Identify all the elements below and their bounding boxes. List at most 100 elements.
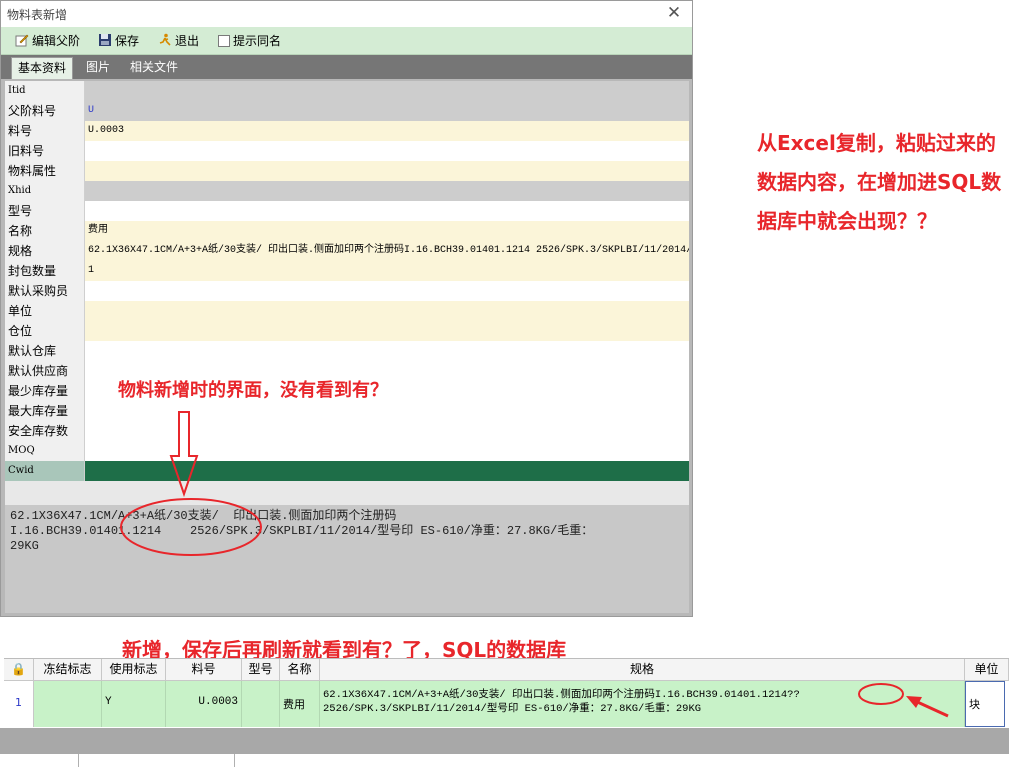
field-label: 默认采购员	[5, 281, 85, 301]
field-label: 封包数量	[5, 261, 85, 281]
exit-label: 退出	[175, 34, 200, 48]
annotation-mid: 物料新增时的界面，没有看到有？	[118, 380, 388, 401]
col-header-frozen[interactable]: 冻结标志	[34, 659, 102, 681]
edit-icon	[15, 33, 29, 47]
item-attribute-field[interactable]	[85, 161, 689, 181]
tab-pictures[interactable]: 图片	[80, 57, 116, 79]
cell-frozen[interactable]	[34, 681, 101, 696]
field-label: 旧料号	[5, 141, 85, 161]
parent-item-field[interactable]: U	[85, 101, 689, 121]
row-index: 1	[15, 696, 22, 709]
tab-basic-info[interactable]: 基本资料	[11, 57, 74, 79]
default-buyer-field[interactable]	[85, 281, 689, 301]
form-row-safety-stock: 安全库存数	[5, 421, 689, 441]
cwid-field[interactable]	[85, 461, 689, 481]
tab-related-files[interactable]: 相关文件	[124, 57, 184, 79]
col-header-model[interactable]: 型号	[242, 659, 280, 681]
form-row-moq: MOQ	[5, 441, 689, 461]
field-label: 名称	[5, 221, 85, 241]
field-label: 物料属性	[5, 161, 85, 181]
hint-same-name-label: 提示同名	[233, 34, 282, 48]
toolbar: 编辑父阶 保存 退出 提示同名	[1, 27, 692, 55]
edit-parent-label: 编辑父阶	[32, 34, 81, 48]
form-row-item-no: 料号 U.0003	[5, 121, 689, 141]
running-man-icon	[158, 33, 172, 47]
model-field[interactable]	[85, 201, 689, 221]
table-footer-bar	[0, 728, 1009, 754]
max-stock-field[interactable]	[85, 401, 689, 421]
location-field[interactable]	[85, 321, 689, 341]
cell-spec-line1[interactable]: 62.1X36X47.1CM/A+3+A纸/30支装/ 印出口装.侧面加印两个注…	[320, 681, 964, 702]
cell-in-use[interactable]: Y	[102, 681, 165, 708]
field-label: 型号	[5, 201, 85, 221]
col-header-item-no[interactable]: 料号	[166, 659, 242, 681]
field-label: Cwid	[5, 461, 85, 481]
edit-parent-button[interactable]: 编辑父阶	[15, 32, 80, 50]
form-row-package-qty: 封包数量 1	[5, 261, 689, 281]
form-row-location: 仓位	[5, 321, 689, 341]
cell-item-no[interactable]: U.0003	[166, 681, 241, 708]
checkbox-box[interactable]	[218, 35, 230, 47]
form-row-old-item-no: 旧料号	[5, 141, 689, 161]
field-label: 规格	[5, 241, 85, 261]
col-header-name[interactable]: 名称	[280, 659, 320, 681]
field-label: 安全库存数	[5, 421, 85, 441]
safety-stock-field[interactable]	[85, 421, 689, 441]
form-row-name: 名称 费用	[5, 221, 689, 241]
spec-field[interactable]: 62.1X36X47.1CM/A+3+A纸/30支装/ 印出口装.侧面加印两个注…	[85, 241, 689, 261]
form-grid: Itid 父阶料号 U 料号 U.0003 旧料号 物料属性 Xhid 型号 名称费…	[5, 81, 689, 481]
unit-field[interactable]	[85, 301, 689, 321]
close-button[interactable]: ✕	[664, 3, 684, 23]
item-table: 🔒 冻结标志 使用标志 料号 型号 名称 规格 单位 1 Y U.0003 费用…	[4, 658, 1009, 728]
xhid-field	[85, 181, 689, 201]
col-header-unit[interactable]: 单位	[965, 659, 1009, 681]
form-row-cwid: Cwid	[5, 461, 689, 481]
window-title: 物料表新增	[7, 8, 68, 22]
save-button[interactable]: 保存	[98, 32, 139, 50]
spec-memo[interactable]: 62.1X36X47.1CM/A+3+A纸/30支装/ 印出口装.侧面加印两个注…	[5, 505, 689, 613]
save-label: 保存	[115, 34, 140, 48]
form-row-max-stock: 最大库存量	[5, 401, 689, 421]
cell-unit[interactable]: 块	[966, 682, 1004, 712]
form-row-itid: Itid	[5, 81, 689, 101]
cell-spec-line2[interactable]: 2526/SPK.3/SKPLBI/11/2014/型号印 ES-610/净重：…	[320, 702, 964, 716]
form-row-default-buyer: 默认采购员	[5, 281, 689, 301]
moq-field[interactable]	[85, 441, 689, 461]
form-row-item-attribute: 物料属性	[5, 161, 689, 181]
old-item-no-field[interactable]	[85, 141, 689, 161]
field-label: MOQ	[5, 441, 85, 461]
default-warehouse-field[interactable]	[85, 341, 689, 361]
field-label: 父阶料号	[5, 101, 85, 121]
field-label: 单位	[5, 301, 85, 321]
status-strip	[0, 754, 1009, 767]
item-no-field[interactable]: U.0003	[85, 121, 689, 141]
hint-same-name-checkbox[interactable]: 提示同名	[218, 32, 281, 50]
field-label: 最少库存量	[5, 381, 85, 401]
form-row-default-warehouse: 默认仓库	[5, 341, 689, 361]
field-label: 最大库存量	[5, 401, 85, 421]
form-row-unit: 单位	[5, 301, 689, 321]
cell-name[interactable]: 费用	[280, 681, 319, 712]
package-qty-field[interactable]: 1	[85, 261, 689, 281]
form-row-spec: 规格 62.1X36X47.1CM/A+3+A纸/30支装/ 印出口装.侧面加印两…	[5, 241, 689, 261]
col-header-spec[interactable]: 规格	[320, 659, 965, 681]
field-label: Xhid	[5, 181, 85, 201]
form-row-xhid: Xhid	[5, 181, 689, 201]
title-bar: 物料表新增 ✕	[1, 1, 692, 27]
floppy-disk-icon	[98, 33, 112, 47]
field-label: 默认仓库	[5, 341, 85, 361]
col-header-in-use[interactable]: 使用标志	[102, 659, 166, 681]
form-row-model: 型号	[5, 201, 689, 221]
field-label: Itid	[5, 81, 85, 101]
lock-icon: 🔒	[4, 659, 34, 681]
field-label: 料号	[5, 121, 85, 141]
field-label: 仓位	[5, 321, 85, 341]
annotation-right: 从Excel复制，粘贴过来的数据内容，在增加进SQL数据库中就会出现？？	[757, 131, 1002, 233]
form-row-parent-item: 父阶料号 U	[5, 101, 689, 121]
name-field[interactable]: 费用	[85, 221, 689, 241]
cell-model[interactable]	[242, 681, 279, 696]
item-add-dialog: 物料表新增 ✕ 编辑父阶 保存 退出 提示同名 基本资料 图片 相关文件 Iti…	[0, 0, 693, 617]
tab-bar: 基本资料 图片 相关文件	[1, 55, 692, 79]
exit-button[interactable]: 退出	[158, 32, 199, 50]
field-label: 默认供应商	[5, 361, 85, 381]
